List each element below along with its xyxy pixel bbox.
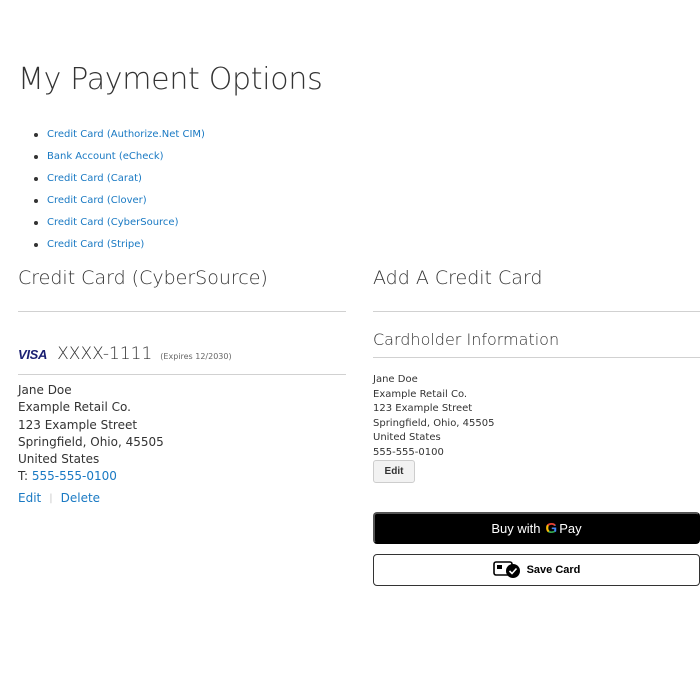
list-item: Credit Card (Carat) [34,172,205,194]
payment-method-list: Credit Card (Authorize.Net CIM) Bank Acc… [34,128,205,260]
action-separator: | [49,492,53,504]
phone-prefix: T: [18,469,32,484]
list-item: Credit Card (CyberSource) [34,216,205,238]
save-card-label: Save Card [526,564,581,576]
address-name: Jane Doe [18,383,72,397]
list-item: Credit Card (Authorize.Net CIM) [34,128,205,150]
holder-phone: 555-555-0100 [373,446,444,458]
address-city: Springfield, Ohio, 45505 [18,434,164,449]
google-pay-button[interactable]: Buy with G Pay [373,512,700,544]
save-card-button[interactable]: Save Card [373,554,700,586]
billing-address: Jane Doe Example Retail Co. 123 Example … [18,382,164,486]
list-item: Credit Card (Stripe) [34,238,205,260]
holder-street: 123 Example Street [373,403,473,415]
cardholder-info-title: Cardholder Information [373,330,560,349]
google-g-icon: G [545,519,558,537]
section-divider [18,311,346,312]
payment-method-link-echeck[interactable]: Bank Account (eCheck) [47,151,164,162]
visa-logo-icon: VISA [18,347,48,362]
address-phone: T: 555-555-0100 [18,468,164,485]
holder-city: Springfield, Ohio, 45505 [373,417,495,429]
gpay-prefix: Buy with [491,520,541,536]
edit-card-link[interactable]: Edit [18,491,41,505]
payment-method-link-clover[interactable]: Credit Card (Clover) [47,195,147,206]
address-country: United States [18,452,100,467]
holder-country: United States [373,432,441,444]
saved-card-line: VISA XXXX-1111 (Expires 12/2030) [18,344,232,364]
section-divider [373,311,700,312]
delete-card-link[interactable]: Delete [61,491,100,505]
address-company: Example Retail Co. [18,400,131,415]
cardholder-address: Jane Doe Example Retail Co. 123 Example … [373,373,494,461]
edit-cardholder-button[interactable]: Edit [373,460,415,483]
card-save-icon [492,561,521,579]
holder-name: Jane Doe [373,374,418,385]
card-expiration: (Expires 12/2030) [160,352,232,361]
payment-method-link-stripe[interactable]: Credit Card (Stripe) [47,239,144,250]
phone-link[interactable]: 555-555-0100 [32,469,117,483]
saved-section-title: Credit Card (CyberSource) [18,267,268,289]
payment-method-link-cybersource[interactable]: Credit Card (CyberSource) [47,217,178,228]
add-card-title: Add A Credit Card [373,267,543,289]
card-divider [18,374,346,375]
list-item: Bank Account (eCheck) [34,150,205,172]
holder-company: Example Retail Co. [373,388,468,400]
payment-method-link-carat[interactable]: Credit Card (Carat) [47,173,142,184]
payment-method-link-authorize[interactable]: Credit Card (Authorize.Net CIM) [47,129,205,140]
card-number: XXXX-1111 [57,344,153,364]
list-item: Credit Card (Clover) [34,194,205,216]
card-actions: Edit | Delete [18,491,100,505]
address-street: 123 Example Street [18,417,138,432]
gpay-pay-label: Pay [559,520,582,536]
subsection-divider [373,357,700,358]
page-title: My Payment Options [18,62,323,97]
